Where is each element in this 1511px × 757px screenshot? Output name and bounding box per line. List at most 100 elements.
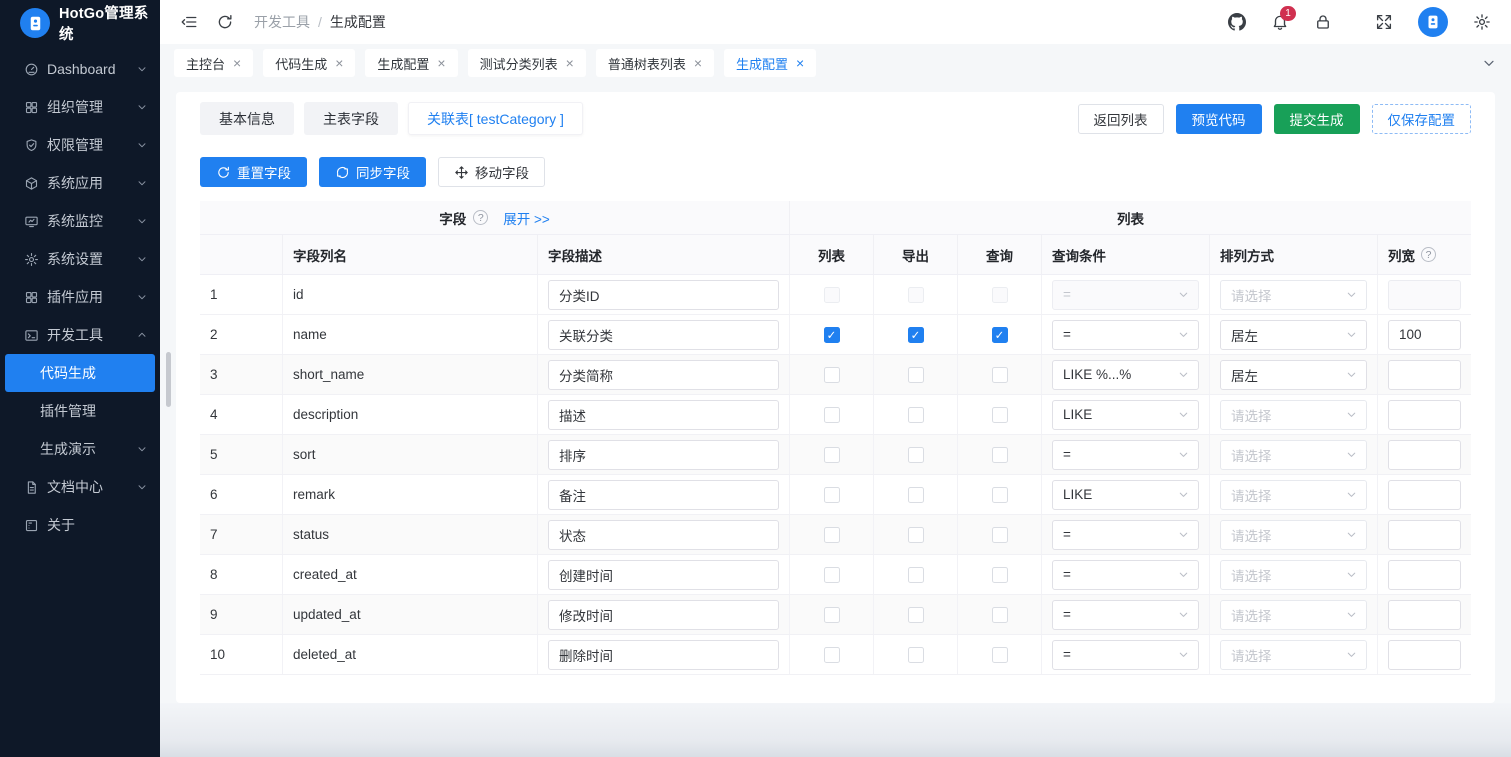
sidebar-item-plugin-app[interactable]: 插件应用 (0, 278, 160, 316)
select[interactable]: LIKE %...% (1052, 360, 1199, 390)
select[interactable]: 请选择 (1220, 520, 1367, 550)
select[interactable]: 请选择 (1220, 400, 1367, 430)
help-icon[interactable]: ? (1421, 247, 1436, 262)
field-desc-input[interactable] (548, 560, 779, 590)
checkbox[interactable] (824, 487, 840, 503)
checkbox[interactable] (908, 447, 924, 463)
select[interactable]: 请选择 (1220, 440, 1367, 470)
field-desc-input[interactable] (548, 320, 779, 350)
select[interactable]: LIKE (1052, 400, 1199, 430)
checkbox[interactable] (992, 367, 1008, 383)
checkbox[interactable] (824, 567, 840, 583)
help-icon[interactable]: ? (473, 210, 488, 225)
checkbox[interactable] (908, 487, 924, 503)
select[interactable]: = (1052, 440, 1199, 470)
field-desc-input[interactable] (548, 400, 779, 430)
field-desc-input[interactable] (548, 520, 779, 550)
scrollbar-thumb[interactable] (166, 352, 171, 407)
app-logo[interactable]: HotGo管理系统 (0, 0, 160, 46)
sync-fields-button[interactable]: 同步字段 (319, 157, 426, 187)
checkbox[interactable] (992, 407, 1008, 423)
sidebar-item-system-app[interactable]: 系统应用 (0, 164, 160, 202)
field-desc-input[interactable] (548, 280, 779, 310)
page-reload-icon[interactable] (216, 13, 234, 31)
select[interactable]: 请选择 (1220, 280, 1367, 310)
field-desc-input[interactable] (548, 640, 779, 670)
checkbox[interactable] (824, 447, 840, 463)
select[interactable]: 请选择 (1220, 640, 1367, 670)
reset-fields-button[interactable]: 重置字段 (200, 157, 307, 187)
checkbox[interactable] (824, 647, 840, 663)
close-icon[interactable]: × (233, 56, 241, 70)
sidebar-item-dashboard[interactable]: Dashboard (0, 50, 160, 88)
checkbox[interactable] (824, 367, 840, 383)
sidebar-item-auth-manage[interactable]: 权限管理 (0, 126, 160, 164)
page-tab[interactable]: 普通树表列表× (596, 49, 714, 77)
save-config-only-button[interactable]: 仅保存配置 (1372, 104, 1472, 134)
checkbox[interactable] (908, 567, 924, 583)
column-width-input[interactable] (1388, 320, 1461, 350)
column-width-input[interactable] (1388, 520, 1461, 550)
select[interactable]: 请选择 (1220, 560, 1367, 590)
checkbox[interactable] (992, 567, 1008, 583)
sidebar-item-doc-center[interactable]: 文档中心 (0, 468, 160, 506)
page-tab[interactable]: 代码生成× (263, 49, 355, 77)
column-width-input[interactable] (1388, 360, 1461, 390)
select[interactable]: = (1052, 560, 1199, 590)
select[interactable]: 请选择 (1220, 600, 1367, 630)
select[interactable]: 居左 (1220, 360, 1367, 390)
close-icon[interactable]: × (694, 56, 702, 70)
sidebar-item-about[interactable]: 关于 (0, 506, 160, 544)
back-to-list-button[interactable]: 返回列表 (1078, 104, 1164, 134)
checkbox[interactable] (824, 407, 840, 423)
sidebar-item-code-generate[interactable]: 代码生成 (5, 354, 155, 392)
select[interactable]: 居左 (1220, 320, 1367, 350)
lock-screen-icon[interactable] (1314, 13, 1332, 31)
close-icon[interactable]: × (335, 56, 343, 70)
select[interactable]: = (1052, 520, 1199, 550)
checkbox[interactable]: ✓ (908, 327, 924, 343)
fullscreen-icon[interactable] (1375, 13, 1393, 31)
checkbox[interactable] (992, 647, 1008, 663)
expand-link[interactable]: 展开 >> (503, 208, 550, 228)
column-width-input[interactable] (1388, 560, 1461, 590)
sidebar-item-plugin-manage[interactable]: 插件管理 (0, 392, 160, 430)
notifications-button[interactable]: 1 (1271, 13, 1289, 31)
field-desc-input[interactable] (548, 360, 779, 390)
field-desc-input[interactable] (548, 480, 779, 510)
column-width-input[interactable] (1388, 400, 1461, 430)
checkbox[interactable] (908, 407, 924, 423)
sidebar-item-org-manage[interactable]: 组织管理 (0, 88, 160, 126)
breadcrumb-parent[interactable]: 开发工具 (254, 12, 310, 32)
submit-generate-button[interactable]: 提交生成 (1274, 104, 1360, 134)
settings-gear-icon[interactable] (1473, 13, 1491, 31)
field-desc-input[interactable] (548, 600, 779, 630)
sidebar-item-system-monitor[interactable]: 系统监控 (0, 202, 160, 240)
avatar[interactable] (1418, 7, 1448, 37)
move-fields-button[interactable]: 移动字段 (438, 157, 545, 187)
checkbox[interactable] (824, 527, 840, 543)
column-width-input[interactable] (1388, 480, 1461, 510)
tab-base-info[interactable]: 基本信息 (200, 102, 294, 135)
select[interactable]: = (1052, 600, 1199, 630)
field-desc-input[interactable] (548, 440, 779, 470)
github-icon[interactable] (1228, 13, 1246, 31)
page-tab[interactable]: 生成配置× (365, 49, 457, 77)
checkbox[interactable] (992, 527, 1008, 543)
checkbox[interactable] (908, 647, 924, 663)
page-tab[interactable]: 主控台× (174, 49, 253, 77)
select[interactable]: = (1052, 320, 1199, 350)
select[interactable]: = (1052, 640, 1199, 670)
checkbox[interactable]: ✓ (824, 327, 840, 343)
close-icon[interactable]: × (796, 56, 804, 70)
checkbox[interactable] (992, 607, 1008, 623)
checkbox[interactable]: ✓ (992, 327, 1008, 343)
select[interactable]: 请选择 (1220, 480, 1367, 510)
column-width-input[interactable] (1388, 640, 1461, 670)
tab-related-table[interactable]: 关联表[ testCategory ] (408, 102, 583, 135)
column-width-input[interactable] (1388, 440, 1461, 470)
column-width-input[interactable] (1388, 600, 1461, 630)
checkbox[interactable] (908, 367, 924, 383)
page-tab[interactable]: 生成配置× (724, 49, 816, 77)
checkbox[interactable] (824, 607, 840, 623)
